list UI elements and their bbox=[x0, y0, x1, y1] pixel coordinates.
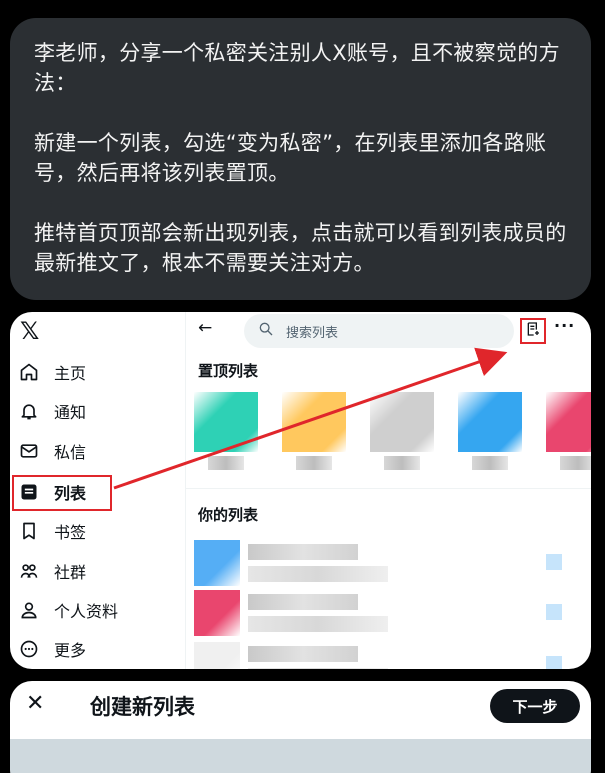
message-bubble: 李老师，分享一个私密关注别人X账号，且不被察觉的方法： 新建一个列表，勾选“变为… bbox=[10, 18, 591, 300]
more-circle-icon bbox=[18, 638, 40, 660]
pinned-list-image bbox=[282, 392, 346, 452]
close-icon[interactable]: ✕ bbox=[26, 691, 44, 716]
lists-main: ← 搜索列表 ··· 置顶列表 你的列表 bbox=[186, 312, 591, 669]
create-list-dialog: ✕ 创建新列表 下一步 bbox=[10, 681, 591, 773]
pin-icon[interactable] bbox=[546, 554, 562, 570]
add-list-icon bbox=[525, 321, 541, 341]
your-lists-title: 你的列表 bbox=[198, 506, 259, 524]
sidebar: 𝕏 主页 通知 私信 列表 书签 社群 个人资料 更多 bbox=[10, 312, 186, 669]
message-paragraph-2: 新建一个列表，勾选“变为私密”，在列表里添加各路账号，然后再将该列表置顶。 bbox=[34, 131, 547, 185]
pinned-list-caption bbox=[384, 456, 420, 470]
pinned-list-image bbox=[546, 392, 591, 452]
list-name-blur bbox=[248, 594, 358, 610]
sidebar-item-label: 社群 bbox=[54, 563, 87, 582]
more-dots-icon[interactable]: ··· bbox=[554, 316, 575, 335]
list-avatar bbox=[194, 642, 240, 669]
list-item[interactable] bbox=[194, 642, 574, 669]
list-avatar bbox=[194, 540, 240, 586]
pinned-list-image bbox=[458, 392, 522, 452]
create-list-button[interactable] bbox=[520, 318, 546, 344]
search-icon bbox=[258, 321, 274, 341]
pinned-list-image bbox=[370, 392, 434, 452]
section-divider bbox=[186, 488, 591, 489]
next-button[interactable]: 下一步 bbox=[490, 689, 580, 723]
message-paragraph-1: 李老师，分享一个私密关注别人X账号，且不被察觉的方法： bbox=[34, 41, 560, 95]
list-item[interactable] bbox=[194, 540, 574, 586]
pinned-list[interactable] bbox=[194, 392, 258, 472]
pin-icon[interactable] bbox=[546, 656, 562, 669]
envelope-icon bbox=[18, 440, 40, 462]
sidebar-item-notifications[interactable]: 通知 bbox=[18, 395, 86, 427]
dialog-title: 创建新列表 bbox=[90, 695, 195, 719]
list-name-blur bbox=[248, 646, 358, 662]
list-item[interactable] bbox=[194, 590, 574, 636]
sidebar-item-bookmarks[interactable]: 书签 bbox=[18, 515, 86, 547]
search-lists-input[interactable]: 搜索列表 bbox=[244, 314, 514, 348]
message-paragraph-3: 推特首页顶部会新出现列表，点击就可以看到列表成员的最新推文了，根本不需要关注对方… bbox=[34, 221, 567, 275]
highlight-box-lists bbox=[12, 475, 112, 511]
sidebar-item-messages[interactable]: 私信 bbox=[18, 435, 86, 467]
x-logo[interactable]: 𝕏 bbox=[20, 318, 46, 344]
pinned-list-caption bbox=[472, 456, 508, 470]
pin-icon[interactable] bbox=[546, 604, 562, 620]
pinned-list-caption bbox=[208, 456, 244, 470]
sidebar-item-communities[interactable]: 社群 bbox=[18, 555, 86, 587]
sidebar-item-label: 主页 bbox=[54, 364, 87, 383]
back-arrow-icon[interactable]: ← bbox=[198, 318, 212, 338]
search-placeholder: 搜索列表 bbox=[286, 325, 339, 341]
sidebar-item-label: 个人资料 bbox=[54, 602, 119, 621]
pinned-list[interactable] bbox=[370, 392, 434, 472]
sidebar-item-label: 更多 bbox=[54, 641, 87, 660]
pinned-list[interactable] bbox=[458, 392, 522, 472]
pinned-list-image bbox=[194, 392, 258, 452]
list-meta-blur bbox=[248, 668, 388, 669]
pinned-list-caption bbox=[296, 456, 332, 470]
list-name-blur bbox=[248, 544, 358, 560]
list-avatar bbox=[194, 590, 240, 636]
pinned-list[interactable] bbox=[282, 392, 346, 472]
person-icon bbox=[18, 599, 40, 621]
lists-topbar: ← 搜索列表 ··· bbox=[186, 312, 591, 352]
sidebar-item-home[interactable]: 主页 bbox=[18, 356, 86, 388]
home-icon bbox=[18, 361, 40, 383]
lists-screenshot: 𝕏 主页 通知 私信 列表 书签 社群 个人资料 更多 ← 搜索列表 ··· 置… bbox=[10, 312, 591, 669]
pinned-list-caption bbox=[560, 456, 591, 470]
pinned-lists-title: 置顶列表 bbox=[198, 362, 259, 380]
sidebar-item-label: 私信 bbox=[54, 443, 87, 462]
sidebar-item-label: 书签 bbox=[54, 523, 87, 542]
pinned-lists bbox=[194, 392, 591, 472]
list-banner-placeholder[interactable] bbox=[10, 739, 591, 773]
bell-icon bbox=[18, 400, 40, 422]
people-icon bbox=[18, 560, 40, 582]
bookmark-icon bbox=[18, 520, 40, 542]
pinned-list[interactable] bbox=[546, 392, 591, 472]
sidebar-item-label: 通知 bbox=[54, 403, 87, 422]
sidebar-item-more[interactable]: 更多 bbox=[18, 633, 86, 665]
sidebar-item-profile[interactable]: 个人资料 bbox=[18, 594, 118, 626]
list-meta-blur bbox=[248, 566, 388, 582]
list-meta-blur bbox=[248, 616, 388, 632]
